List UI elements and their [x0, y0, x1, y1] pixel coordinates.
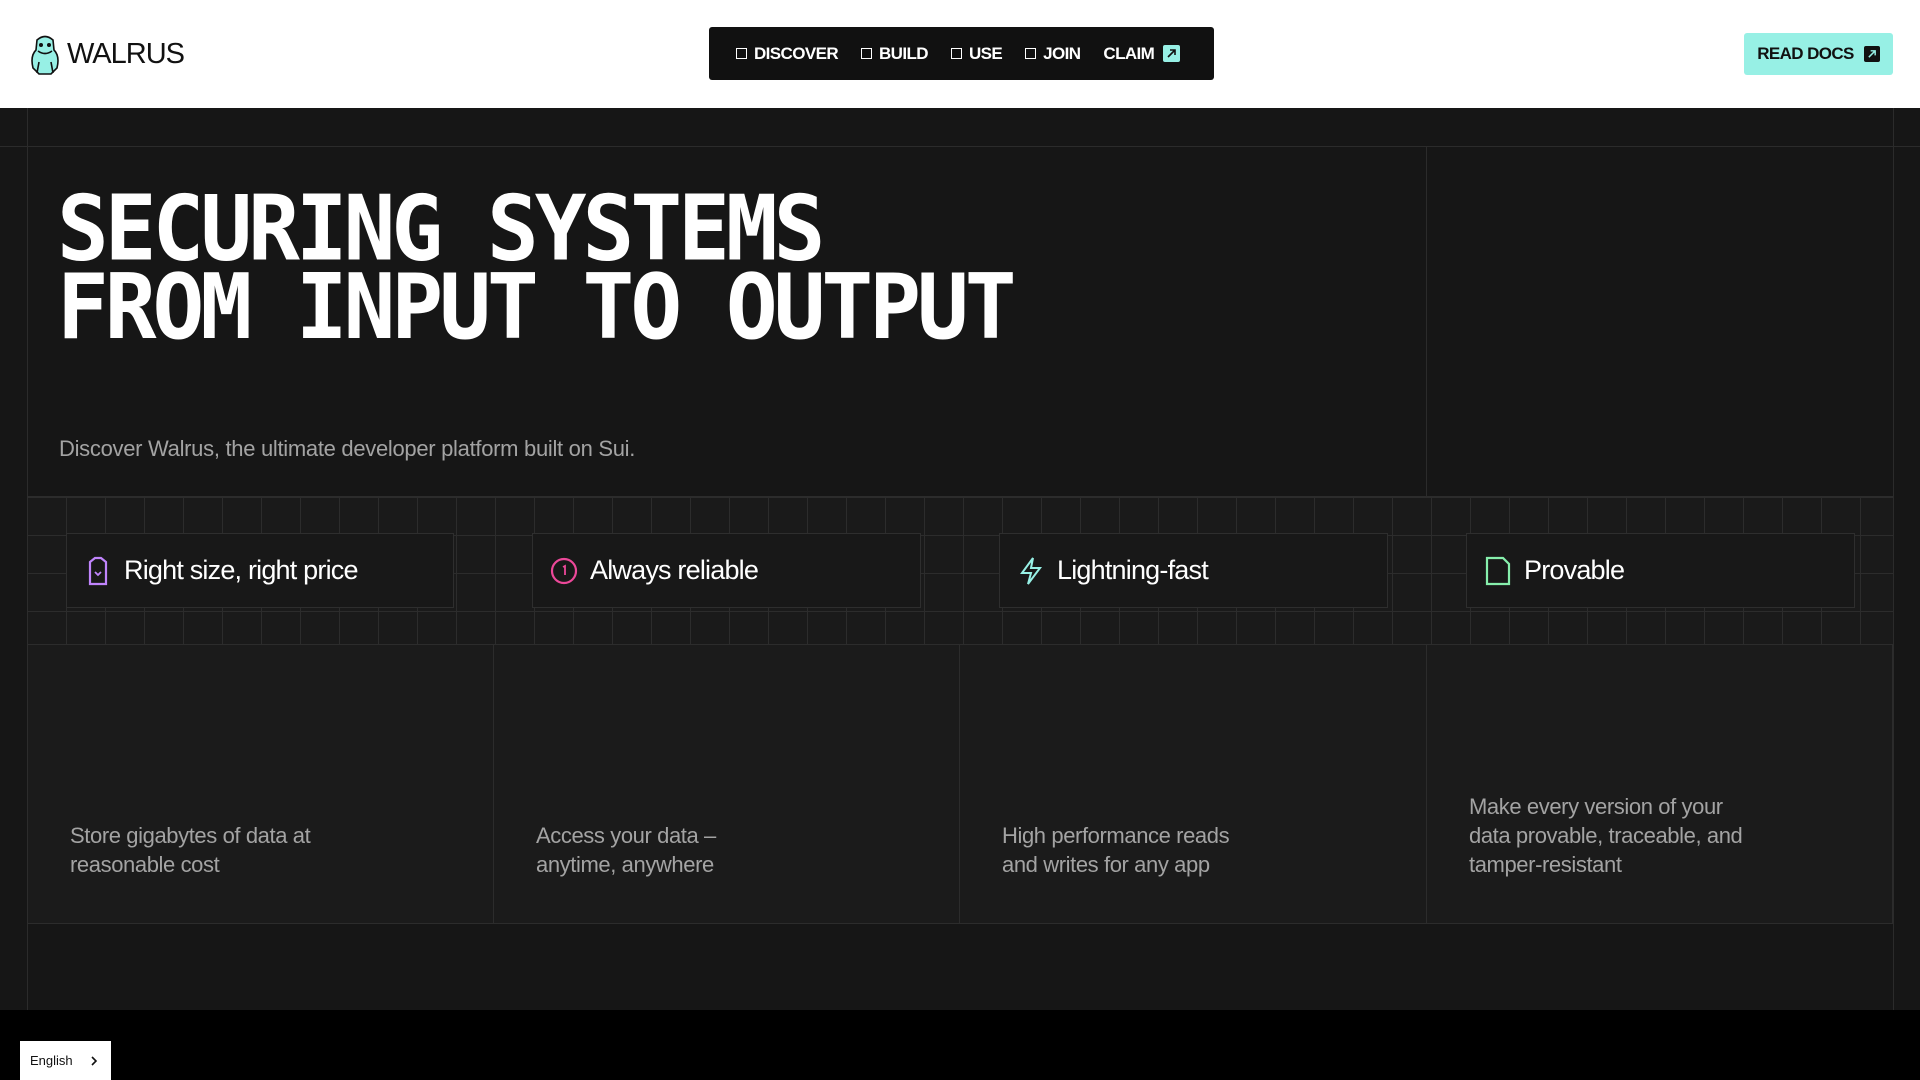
- feature-card-fast: High performance reads and writes for an…: [960, 645, 1427, 924]
- square-bullet-icon: [736, 48, 747, 59]
- read-docs-label: READ DOCS: [1757, 44, 1854, 63]
- bottom-band: [0, 1010, 1920, 1080]
- feature-description: Make every version of your data provable…: [1469, 794, 1743, 877]
- frame-line-top: [0, 146, 1920, 147]
- language-selector[interactable]: English: [20, 1041, 111, 1080]
- feature-title: Always reliable: [590, 555, 759, 585]
- price-tag-icon: [88, 556, 108, 585]
- feature-title: Lightning-fast: [1057, 555, 1209, 585]
- frame-line-hero-divider: [1426, 146, 1427, 496]
- nav-item-label: BUILD: [879, 43, 929, 63]
- feature-heading-price: Right size, right price: [66, 533, 454, 608]
- read-docs-button[interactable]: READ DOCS: [1744, 33, 1893, 75]
- feature-heading-provable: Provable: [1466, 533, 1855, 608]
- logo-text: WALRUS: [67, 37, 185, 70]
- external-link-icon: [1163, 45, 1181, 62]
- nav-item-discover[interactable]: DISCOVER: [736, 43, 839, 64]
- feature-description: Access your data – anytime, anywhere: [536, 823, 716, 877]
- hero-title: SECURING SYSTEMS FROM INPUT TO OUTPUT: [57, 184, 1017, 361]
- lightning-icon: [1020, 556, 1042, 585]
- nav-item-claim[interactable]: CLAIM: [1103, 43, 1181, 64]
- feature-card-price: Store gigabytes of data at reasonable co…: [27, 645, 494, 924]
- walrus-mascot-icon: [31, 35, 59, 75]
- nav-item-label: USE: [968, 43, 1003, 63]
- hero-subtitle: Discover Walrus, the ultimate developer …: [59, 436, 636, 461]
- feature-heading-reliable: Always reliable: [532, 533, 921, 608]
- reliable-clock-icon: [550, 557, 578, 584]
- feature-description: Store gigabytes of data at reasonable co…: [70, 823, 311, 877]
- document-icon: [1485, 556, 1511, 585]
- nav-item-join[interactable]: JOIN: [1025, 43, 1081, 64]
- feature-card-provable: Make every version of your data provable…: [1427, 645, 1893, 924]
- square-bullet-icon: [950, 48, 962, 59]
- nav-item-label: CLAIM: [1103, 43, 1155, 63]
- feature-title: Provable: [1524, 555, 1625, 585]
- hero-title-line: FROM INPUT TO OUTPUT: [57, 255, 1017, 361]
- main-nav: DISCOVER BUILD USE JOIN CLAIM: [709, 27, 1214, 80]
- walrus-logo[interactable]: WALRUS: [27, 32, 185, 76]
- nav-item-label: JOIN: [1043, 43, 1081, 63]
- frame-line-right: [1893, 108, 1894, 1010]
- language-label: English: [30, 1053, 73, 1068]
- nav-item-use[interactable]: USE: [950, 43, 1003, 64]
- nav-item-build[interactable]: BUILD: [861, 43, 929, 64]
- chevron-right-icon: [91, 1055, 98, 1066]
- nav-item-label: DISCOVER: [754, 43, 839, 63]
- square-bullet-icon: [861, 48, 872, 59]
- site-header: WALRUS DISCOVER BUILD USE JOIN CLAIM REA…: [0, 0, 1920, 108]
- square-bullet-icon: [1025, 48, 1037, 59]
- feature-card-reliable: Access your data – anytime, anywhere: [494, 645, 960, 924]
- external-link-icon: [1863, 46, 1880, 62]
- feature-title: Right size, right price: [124, 555, 359, 585]
- feature-heading-fast: Lightning-fast: [999, 533, 1388, 608]
- feature-description: High performance reads and writes for an…: [1002, 823, 1230, 877]
